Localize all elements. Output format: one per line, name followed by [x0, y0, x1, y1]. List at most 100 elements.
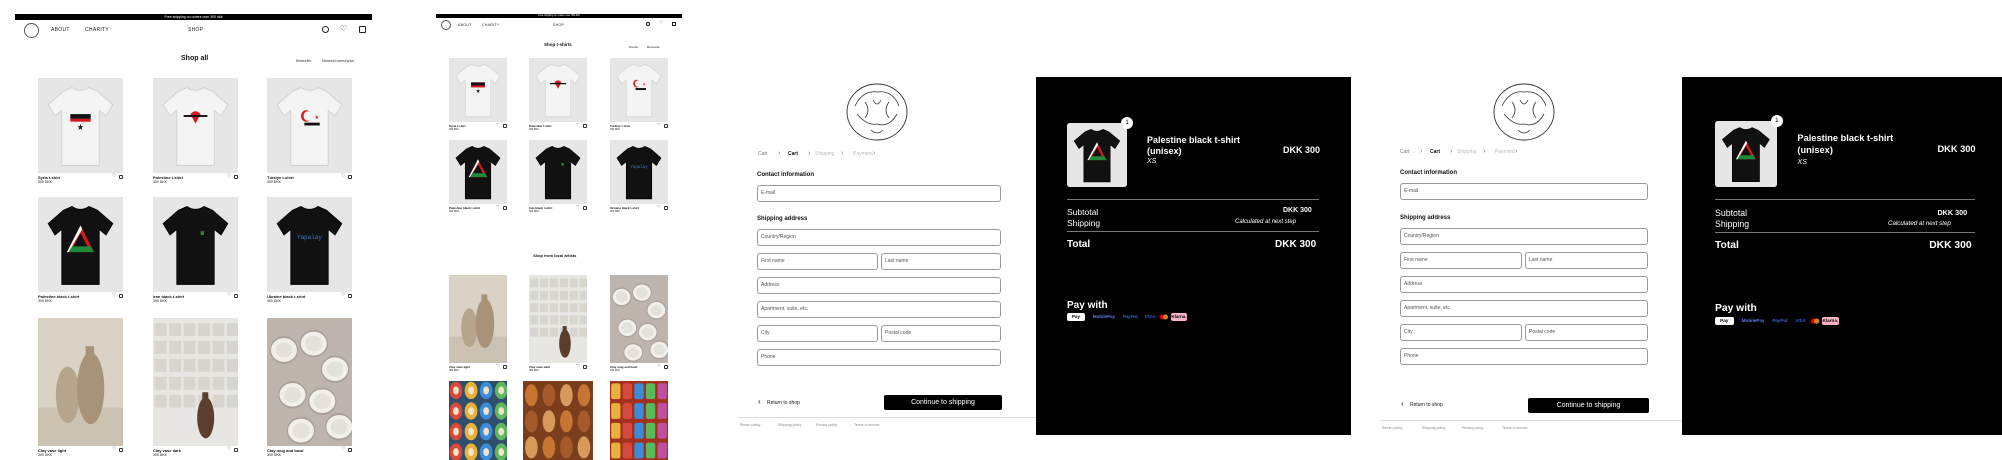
footer-link[interactable]: Shipping policy [1422, 426, 1446, 430]
footer-link[interactable]: Return policy [740, 423, 760, 427]
heart-icon[interactable]: ♡ [576, 205, 580, 209]
footer-link[interactable]: Privacy policy [1462, 426, 1483, 430]
sort-bestseller[interactable]: Bestseller [647, 45, 660, 49]
sort-newest[interactable]: Newest/Lowest/price [322, 59, 354, 63]
heart-icon[interactable]: ♡ [576, 364, 580, 368]
continue-to-shipping-button[interactable]: Continue to shipping [884, 395, 1002, 410]
nav-shop[interactable]: SHOP [553, 23, 564, 27]
product-image[interactable] [449, 140, 507, 204]
sort-bundle[interactable]: Bundle [629, 45, 638, 49]
heart-icon[interactable]: ♡ [112, 447, 116, 452]
bag-icon[interactable] [234, 175, 238, 179]
product-image[interactable] [523, 381, 593, 460]
bag-icon[interactable] [348, 448, 352, 452]
product-image[interactable] [529, 275, 587, 363]
address-field[interactable]: Address [1400, 276, 1648, 293]
bag-icon[interactable] [664, 206, 668, 210]
heart-icon[interactable]: ♡ [340, 25, 347, 33]
nav-shop[interactable]: SHOP [188, 27, 203, 33]
email-field[interactable]: E-mail [757, 185, 1001, 202]
first-name-field[interactable]: First name [757, 253, 878, 270]
chevron-left-icon[interactable]: ‹ [758, 397, 761, 406]
last-name-field[interactable]: Last name [1525, 252, 1648, 269]
product-image[interactable] [153, 197, 238, 292]
product-image[interactable] [449, 381, 507, 460]
bag-icon[interactable] [503, 124, 507, 128]
country-field[interactable]: Country/Region [1400, 228, 1648, 245]
bag-icon[interactable] [348, 294, 352, 298]
breadcrumb-item[interactable]: Cart [1430, 149, 1440, 155]
heart-icon[interactable]: ♡ [496, 364, 500, 368]
product-image[interactable] [610, 381, 668, 460]
product-image[interactable]: ★ [38, 78, 123, 173]
product-image[interactable] [610, 275, 668, 363]
first-name-field[interactable]: First name [1400, 252, 1522, 269]
product-image[interactable] [38, 318, 123, 446]
heart-icon[interactable]: ♡ [341, 293, 345, 298]
bag-icon[interactable] [119, 448, 123, 452]
breadcrumb-item[interactable]: Payment [1495, 149, 1515, 155]
footer-link[interactable]: Terms of service [854, 423, 879, 427]
return-to-shop-link[interactable]: Return to shop [1410, 402, 1443, 408]
bag-icon[interactable] [664, 365, 668, 369]
sort-bestseller[interactable]: Bestseller [296, 59, 311, 63]
bag-icon[interactable] [583, 124, 587, 128]
heart-icon[interactable]: ♡ [657, 205, 661, 209]
bag-icon[interactable] [664, 124, 668, 128]
heart-icon[interactable]: ♡ [657, 123, 661, 127]
search-icon[interactable] [646, 22, 650, 26]
email-field[interactable]: E-mail [1400, 183, 1648, 200]
apartment-field[interactable]: Apartment, suite, etc. [757, 301, 1001, 318]
breadcrumb-item[interactable]: Cart [758, 151, 767, 157]
heart-icon[interactable]: ♡ [227, 447, 231, 452]
bag-icon[interactable] [583, 365, 587, 369]
footer-link[interactable]: Shipping policy [778, 423, 802, 427]
bag-icon[interactable] [119, 175, 123, 179]
continue-to-shipping-button[interactable]: Continue to shipping [1528, 398, 1649, 413]
heart-icon[interactable]: ♡ [659, 21, 663, 26]
return-to-shop-link[interactable]: Return to shop [767, 400, 800, 406]
breadcrumb-item[interactable]: Shipping [815, 151, 834, 157]
apartment-field[interactable]: Apartment, suite, etc. [1400, 300, 1648, 317]
bag-icon[interactable] [672, 22, 676, 26]
heart-icon[interactable]: ♡ [227, 174, 231, 179]
city-field[interactable]: City [757, 325, 878, 342]
footer-link[interactable]: Return policy [1382, 426, 1402, 430]
heart-icon[interactable]: ♡ [496, 123, 500, 127]
address-field[interactable]: Address [757, 277, 1001, 294]
breadcrumb-item[interactable]: Cart [788, 151, 798, 157]
bag-icon[interactable] [359, 26, 366, 33]
heart-icon[interactable]: ♡ [341, 174, 345, 179]
heart-icon[interactable]: ♡ [112, 293, 116, 298]
heart-icon[interactable]: ♡ [112, 174, 116, 179]
heart-icon[interactable]: ♡ [657, 364, 661, 368]
search-icon[interactable] [322, 26, 329, 33]
chevron-left-icon[interactable]: ‹ [1401, 399, 1404, 408]
nav-about[interactable]: ABOUT [458, 23, 472, 27]
product-image[interactable] [267, 318, 352, 446]
heart-icon[interactable]: ♡ [576, 123, 580, 127]
phone-field[interactable]: Phone [1400, 348, 1648, 365]
product-image[interactable] [38, 197, 123, 292]
bag-icon[interactable] [583, 206, 587, 210]
product-image[interactable] [153, 318, 238, 446]
nav-charity[interactable]: CHARITY [85, 27, 109, 33]
nav-about[interactable]: ABOUT [51, 27, 70, 33]
footer-link[interactable]: Privacy policy [816, 423, 837, 427]
bag-icon[interactable] [234, 294, 238, 298]
site-logo[interactable] [441, 20, 451, 30]
product-image[interactable] [529, 140, 587, 204]
product-image[interactable]: Yapalay [267, 197, 352, 292]
bag-icon[interactable] [234, 448, 238, 452]
bag-icon[interactable] [503, 365, 507, 369]
heart-icon[interactable]: ♡ [227, 293, 231, 298]
city-field[interactable]: City [1400, 324, 1522, 341]
breadcrumb-item[interactable]: Cart [1400, 149, 1409, 155]
product-image[interactable]: ★ [610, 58, 668, 122]
bag-icon[interactable] [503, 206, 507, 210]
product-image[interactable] [153, 78, 238, 173]
product-image[interactable]: ★ [449, 58, 507, 122]
product-image[interactable]: ★ [267, 78, 352, 173]
postal-code-field[interactable]: Postal code [881, 325, 1001, 342]
bag-icon[interactable] [348, 175, 352, 179]
